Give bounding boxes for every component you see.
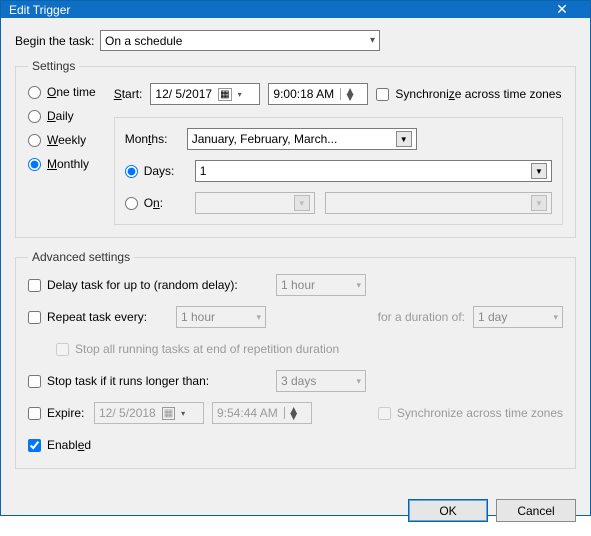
stop-all-tasks-checkbox [56,343,69,356]
stop-longer-label: Stop task if it runs longer than: [47,374,209,388]
start-time-picker[interactable]: 9:00:18 AM ▲▼ [268,83,368,105]
stop-longer[interactable]: Stop task if it runs longer than: [28,374,268,388]
chevron-down-icon: ▾ [181,409,185,418]
on-option[interactable]: On: [125,196,185,210]
months-select[interactable]: January, February, March... ▼ [187,128,417,150]
cancel-button[interactable]: Cancel [496,499,576,522]
freq-daily[interactable]: Daily [28,109,96,123]
spinner-icon: ▲▼ [284,407,300,419]
titlebar: Edit Trigger ✕ [1,1,590,18]
sync-timezones-label: Synchronize across time zones [395,87,561,101]
stop-longer-value: 3 days [281,374,316,388]
freq-weekly-label: eekly [58,133,86,147]
months-value: January, February, March... [192,132,338,146]
delay-task-select: 1 hour ▾ [276,274,366,296]
duration-label: for a duration of: [378,310,465,324]
start-date-picker[interactable]: 12/ 5/2017 ▦ ▾ [150,83,260,105]
on-radio[interactable] [125,197,138,210]
delay-task[interactable]: Delay task for up to (random delay): [28,278,268,292]
spinner-icon[interactable]: ▲▼ [340,88,356,100]
duration-select: 1 day ▾ [473,306,563,328]
expire-checkbox[interactable] [28,407,41,420]
stop-all-tasks: Stop all running tasks at end of repetit… [56,342,339,356]
repeat-task-select: 1 hour ▾ [176,306,266,328]
freq-daily-radio[interactable] [28,110,41,123]
chevron-down-icon: ▾ [553,312,558,323]
calendar-icon: ▦ [162,407,175,420]
sync-timezones-2: Synchronize across time zones [378,406,563,420]
chevron-down-icon: ▾ [256,312,261,323]
freq-one-time-label: ne time [56,85,95,99]
freq-one-time[interactable]: One time [28,85,96,99]
freq-monthly-label: onthly [57,157,89,171]
begin-task-select[interactable]: On a schedule ▾ [100,30,380,51]
sync-timezones-checkbox[interactable] [376,88,389,101]
start-date-value: 12/ 5/2017 [155,87,212,101]
close-icon[interactable]: ✕ [542,1,582,18]
on-label: On: [144,196,163,210]
repeat-task-label: Repeat task every: [47,310,147,324]
chevron-down-icon: ▾ [356,280,361,291]
enabled[interactable]: Enabled [28,438,91,452]
duration-value: 1 day [478,310,507,324]
sync-timezones[interactable]: Synchronize across time zones [376,87,561,101]
freq-one-time-radio[interactable] [28,86,41,99]
delay-task-label: Delay task for up to (random delay): [47,278,238,292]
days-radio[interactable] [125,165,138,178]
settings-legend: Settings [28,59,79,73]
expire-date-picker: 12/ 5/2018 ▦ ▾ [94,402,204,424]
expire[interactable]: Expire: [28,406,86,420]
freq-weekly-radio[interactable] [28,134,41,147]
repeat-task[interactable]: Repeat task every: [28,310,168,324]
delay-task-value: 1 hour [281,278,315,292]
freq-monthly-radio[interactable] [28,158,41,171]
freq-daily-label: aily [56,109,74,123]
window-title: Edit Trigger [9,3,542,17]
freq-weekly[interactable]: Weekly [28,133,96,147]
chevron-down-icon: ▼ [531,163,547,179]
delay-task-checkbox[interactable] [28,279,41,292]
ok-button[interactable]: OK [408,499,488,522]
repeat-task-value: 1 hour [181,310,215,324]
chevron-down-icon: ▼ [531,195,547,211]
advanced-legend: Advanced settings [28,250,134,264]
on-ordinal-select: ▼ [195,192,315,214]
begin-task-value: On a schedule [105,34,182,48]
months-label: Months: [125,132,177,146]
chevron-down-icon: ▼ [294,195,310,211]
chevron-down-icon: ▾ [356,376,361,387]
stop-all-tasks-label: Stop all running tasks at end of repetit… [75,342,339,356]
repeat-task-checkbox[interactable] [28,311,41,324]
chevron-down-icon: ▾ [370,35,375,46]
stop-longer-checkbox[interactable] [28,375,41,388]
start-label: Start: [114,87,143,101]
expire-label: Expire: [47,406,84,420]
monthly-panel: Months: January, February, March... ▼ Da… [114,117,563,225]
enabled-checkbox[interactable] [28,439,41,452]
begin-task-label: Begin the task: [15,34,100,48]
sync-timezones-2-label: Synchronize across time zones [397,406,563,420]
days-label: Days: [144,164,175,178]
stop-longer-select: 3 days ▾ [276,370,366,392]
days-select[interactable]: 1 ▼ [195,160,552,182]
expire-date-value: 12/ 5/2018 [99,406,156,420]
chevron-down-icon: ▾ [238,90,242,99]
sync-timezones-2-checkbox [378,407,391,420]
advanced-group: Advanced settings Delay task for up to (… [15,250,576,469]
chevron-down-icon: ▼ [396,131,412,147]
expire-time-picker: 9:54:44 AM ▲▼ [212,402,312,424]
freq-monthly[interactable]: Monthly [28,157,96,171]
settings-group: Settings One time Daily Weekly [15,59,576,238]
days-value: 1 [200,164,207,178]
enabled-label: Enabled [47,438,91,452]
start-time-value: 9:00:18 AM [273,87,334,101]
expire-time-value: 9:54:44 AM [217,406,278,420]
on-weekday-select: ▼ [325,192,552,214]
calendar-icon: ▦ [218,88,231,101]
days-option[interactable]: Days: [125,164,185,178]
